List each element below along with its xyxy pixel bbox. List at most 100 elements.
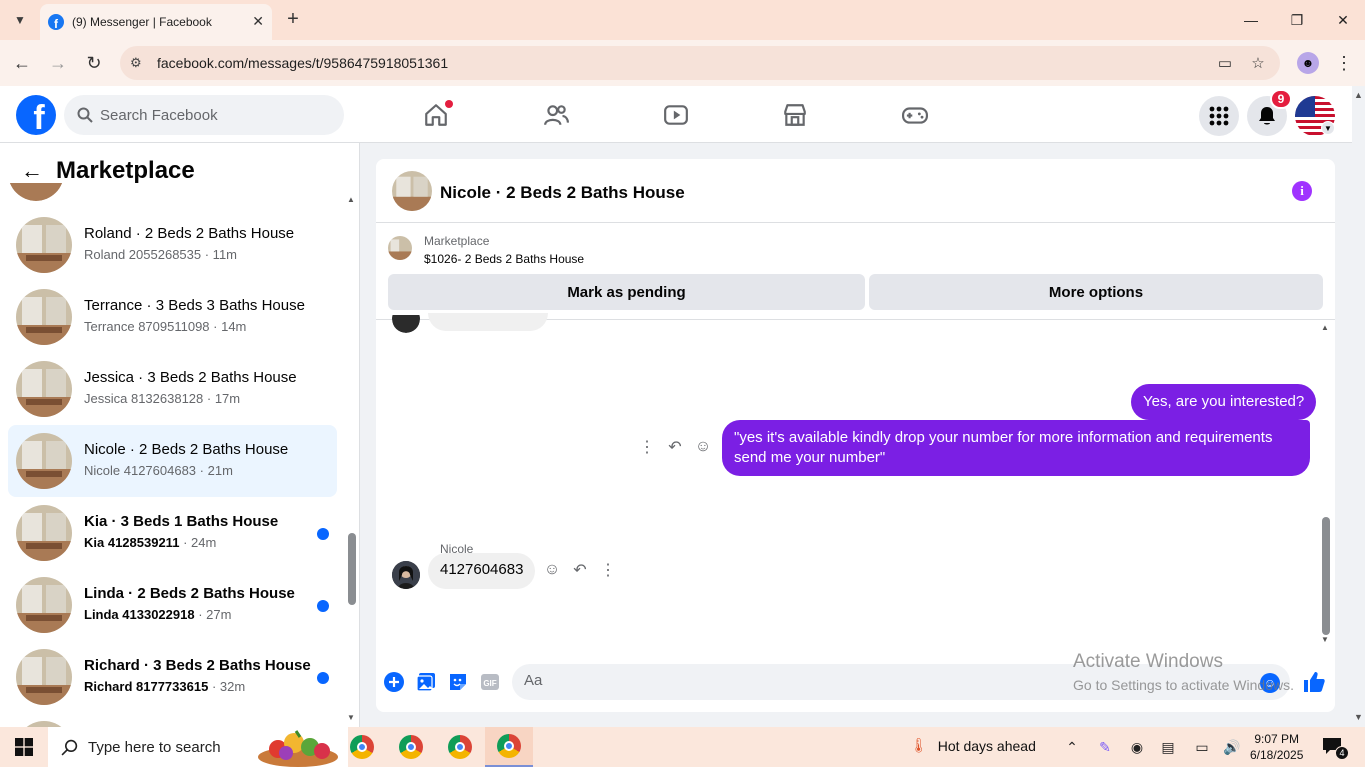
install-app-icon[interactable]: ▭ bbox=[1215, 53, 1235, 73]
listing-thumbnail[interactable] bbox=[388, 236, 412, 260]
scroll-down-icon[interactable]: ▼ bbox=[1354, 712, 1363, 722]
conversation-item-roland[interactable]: Roland · 2 Beds 2 Baths House Roland 205… bbox=[8, 209, 337, 281]
listing-price-title[interactable]: $1026- 2 Beds 2 Baths House bbox=[424, 252, 584, 266]
thumbs-up-icon[interactable] bbox=[1302, 670, 1326, 694]
scroll-up-icon[interactable]: ▲ bbox=[347, 195, 355, 204]
add-plus-icon[interactable] bbox=[384, 672, 404, 692]
scroll-up-icon[interactable]: ▲ bbox=[1354, 90, 1363, 100]
friends-icon[interactable] bbox=[541, 100, 571, 130]
display-icon[interactable]: ▭ bbox=[1192, 737, 1212, 757]
address-url[interactable]: facebook.com/messages/t/9586475918051361 bbox=[157, 55, 448, 71]
chat-scrollbar[interactable]: ▲ ▼ bbox=[1320, 323, 1332, 649]
camera-icon[interactable]: ◉ bbox=[1127, 737, 1147, 757]
outgoing-message[interactable]: Yes, are you interested? bbox=[1131, 384, 1317, 420]
message-input-wrapper[interactable] bbox=[512, 664, 1290, 700]
restore-icon[interactable]: ❐ bbox=[1283, 6, 1311, 34]
scrollbar-thumb[interactable] bbox=[1322, 517, 1330, 635]
tray-chevron-up-icon[interactable]: ⌃ bbox=[1062, 737, 1082, 757]
back-icon[interactable]: ← bbox=[9, 50, 35, 76]
conversation-preview: Jessica 8132638128 · 17m bbox=[84, 391, 241, 406]
facebook-logo-icon[interactable]: f bbox=[16, 95, 56, 135]
minimize-icon[interactable]: — bbox=[1237, 6, 1265, 34]
weather-widget[interactable]: 🌡 Hot days ahead bbox=[910, 737, 1036, 754]
react-emoji-icon[interactable]: ☺ bbox=[542, 560, 562, 580]
menu-grid-icon[interactable] bbox=[1199, 96, 1239, 136]
gif-icon[interactable]: GIF bbox=[480, 672, 500, 692]
reply-icon[interactable]: ↶ bbox=[665, 437, 685, 457]
facebook-search[interactable] bbox=[64, 95, 344, 135]
list-item-partial[interactable] bbox=[8, 713, 337, 727]
video-icon[interactable] bbox=[661, 100, 691, 130]
conversation-preview: Linda 4133022918 · 27m bbox=[84, 607, 232, 622]
browser-menu-icon[interactable]: ⋮ bbox=[1334, 52, 1354, 74]
sender-avatar bbox=[392, 315, 420, 333]
scroll-down-icon[interactable]: ▼ bbox=[347, 713, 355, 722]
conversation-item-richard[interactable]: Richard · 3 Beds 2 Baths House Richard 8… bbox=[8, 641, 337, 713]
taskbar-chrome-app-active[interactable] bbox=[485, 727, 533, 767]
conversation-item-jessica[interactable]: Jessica · 3 Beds 2 Baths House Jessica 8… bbox=[8, 353, 337, 425]
scroll-up-icon[interactable]: ▲ bbox=[1321, 323, 1329, 332]
react-emoji-icon[interactable]: ☺ bbox=[693, 437, 713, 457]
marketplace-icon[interactable] bbox=[780, 100, 810, 130]
browser-tab-messenger[interactable]: f (9) Messenger | Facebook ✕ bbox=[40, 4, 272, 40]
svg-text:GIF: GIF bbox=[483, 679, 496, 688]
chat-listing-avatar[interactable] bbox=[392, 171, 432, 211]
account-chevron-down-icon[interactable]: ▼ bbox=[1321, 121, 1335, 135]
facebook-search-input[interactable] bbox=[100, 106, 320, 124]
previous-message-bubble bbox=[428, 313, 548, 331]
incoming-message[interactable]: 4127604683 bbox=[428, 553, 536, 589]
site-info-icon[interactable]: ⚙ bbox=[130, 55, 146, 71]
message-input[interactable] bbox=[524, 672, 1224, 689]
search-icon bbox=[76, 106, 94, 124]
more-options-button[interactable]: More options bbox=[869, 274, 1323, 310]
windows-taskbar: 🌡 Hot days ahead ⌃ ✎ ◉ ▤ ▭ 🔊 9:07 PM 6/1… bbox=[0, 727, 1365, 767]
volume-icon[interactable]: 🔊 bbox=[1222, 737, 1242, 757]
more-vertical-icon[interactable]: ⋮ bbox=[598, 560, 618, 580]
taskbar-chrome-app[interactable] bbox=[338, 727, 386, 767]
conversation-scrollbar[interactable]: ▲ ▼ bbox=[345, 195, 357, 725]
windows-start-icon[interactable] bbox=[0, 727, 48, 767]
browser-profile-icon[interactable]: ☻ bbox=[1297, 52, 1319, 74]
info-icon[interactable]: i bbox=[1292, 181, 1312, 201]
new-tab-plus-icon[interactable]: + bbox=[282, 8, 304, 30]
taskbar-chrome-app[interactable] bbox=[436, 727, 484, 767]
sender-avatar[interactable] bbox=[392, 561, 420, 589]
clock-time: 9:07 PM bbox=[1254, 732, 1300, 746]
taskbar-chrome-app[interactable] bbox=[387, 727, 435, 767]
gaming-icon[interactable] bbox=[900, 100, 930, 130]
window-close-icon[interactable]: ✕ bbox=[1329, 6, 1357, 34]
conversation-item-kia[interactable]: Kia · 3 Beds 1 Baths House Kia 412853921… bbox=[8, 497, 337, 569]
mark-as-pending-button[interactable]: Mark as pending bbox=[388, 274, 865, 310]
photo-icon[interactable] bbox=[416, 672, 436, 692]
taskbar-search-input[interactable] bbox=[88, 738, 268, 756]
conversation-item-nicole[interactable]: Nicole · 2 Beds 2 Baths House Nicole 412… bbox=[8, 425, 337, 497]
browser-toolbar: ← → ↻ ⚙ facebook.com/messages/t/95864759… bbox=[0, 40, 1365, 86]
forward-icon[interactable]: → bbox=[45, 50, 71, 76]
chat-header: Nicole · 2 Beds 2 Baths House i bbox=[376, 159, 1335, 223]
tab-search-chevron-icon[interactable]: ▼ bbox=[8, 8, 32, 32]
conversation-item-terrance[interactable]: Terrance · 3 Beds 3 Baths House Terrance… bbox=[8, 281, 337, 353]
page-scrollbar[interactable]: ▲ ▼ bbox=[1352, 86, 1365, 727]
chat-title[interactable]: Nicole · 2 Beds 2 Baths House bbox=[440, 183, 685, 203]
outgoing-message[interactable]: "yes it's available kindly drop your num… bbox=[722, 420, 1310, 476]
conversation-item-linda[interactable]: Linda · 2 Beds 2 Baths House Linda 41330… bbox=[8, 569, 337, 641]
bookmark-star-icon[interactable]: ☆ bbox=[1248, 53, 1268, 73]
scrollbar-thumb[interactable] bbox=[348, 533, 356, 605]
browser-tabstrip: ▼ f (9) Messenger | Facebook ✕ + — ❐ ✕ bbox=[0, 0, 1365, 40]
more-vertical-icon[interactable]: ⋮ bbox=[637, 437, 657, 457]
action-center-icon[interactable]: 4 bbox=[1322, 737, 1349, 760]
clock-date: 6/18/2025 bbox=[1250, 748, 1304, 762]
pen-icon[interactable]: ✎ bbox=[1095, 737, 1115, 757]
scroll-down-icon[interactable]: ▼ bbox=[1321, 635, 1329, 644]
system-clock[interactable]: 9:07 PM 6/18/2025 bbox=[1250, 731, 1303, 763]
sticker-icon[interactable] bbox=[448, 672, 468, 692]
address-bar[interactable]: ⚙ facebook.com/messages/t/95864759180513… bbox=[120, 46, 1280, 80]
back-arrow-icon[interactable]: ← bbox=[20, 158, 44, 183]
tab-close-icon[interactable]: ✕ bbox=[252, 13, 264, 30]
message-thread: Yes, are you interested? ⋮ ↶ ☺ "yes it's… bbox=[376, 313, 1335, 651]
reload-icon[interactable]: ↻ bbox=[81, 50, 107, 76]
reply-icon[interactable]: ↶ bbox=[570, 560, 590, 580]
emoji-icon[interactable]: ☺ bbox=[1260, 673, 1280, 693]
network-icon[interactable]: ▤ bbox=[1158, 737, 1178, 757]
listing-thumbnail bbox=[16, 361, 72, 417]
